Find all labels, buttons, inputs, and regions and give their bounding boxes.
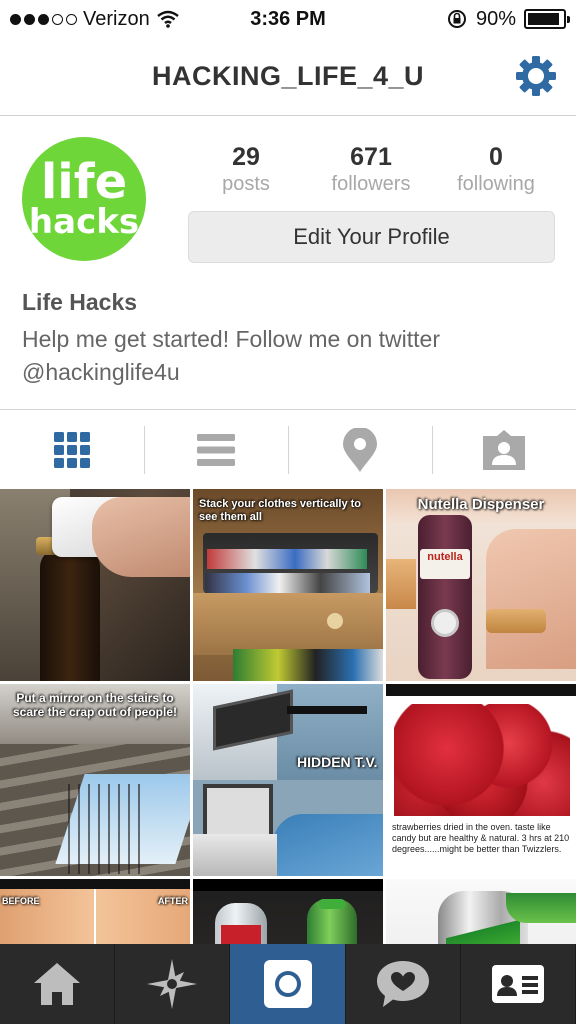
status-bar: Verizon 3:36 PM 90% (0, 0, 576, 38)
tab-profile[interactable] (461, 944, 576, 1024)
grid-icon (54, 431, 90, 468)
profile-card-icon (491, 965, 544, 1003)
list-icon (197, 433, 235, 466)
activity-heart-icon (376, 961, 429, 1007)
stat-posts-count: 29 (232, 143, 260, 171)
profile-bio: Help me get started! Follow me on twitte… (22, 326, 440, 385)
stat-posts-label: posts (222, 173, 270, 195)
nav-bar: HACKING_LIFE_4_U (0, 38, 576, 116)
tab-camera[interactable] (230, 944, 346, 1024)
tab-map-view[interactable] (288, 410, 432, 489)
post-caption: Put a mirror on the stairs to scare the … (12, 691, 178, 719)
battery-fill (528, 13, 559, 25)
camera-icon (263, 960, 312, 1008)
tab-explore[interactable] (115, 944, 231, 1024)
tab-grid-view[interactable] (0, 410, 144, 489)
gear-icon[interactable] (514, 54, 558, 98)
post-thumbnail[interactable]: Put a mirror on the stairs to scare the … (0, 684, 190, 876)
nutella-label: nutella (427, 551, 463, 563)
post-thumbnail[interactable]: nutella Nutella Dispenser (386, 489, 576, 681)
tab-home[interactable] (0, 944, 116, 1024)
post-thumbnail[interactable] (193, 879, 383, 944)
stat-followers-label: followers (331, 173, 411, 195)
battery-icon (524, 9, 570, 29)
stat-following-label: following (457, 173, 535, 195)
map-pin-icon (343, 427, 377, 472)
stat-following[interactable]: 0 following (436, 143, 556, 196)
explore-star-icon (147, 959, 198, 1009)
tab-activity[interactable] (346, 944, 461, 1024)
post-caption-after: AFTER (158, 896, 188, 906)
bottom-tab-bar (0, 944, 576, 1024)
profile-stats: 29 posts 671 followers 0 following (186, 143, 556, 196)
photo-grid: Stack your clothes vertically to see the… (0, 489, 576, 944)
tagged-person-icon (483, 429, 525, 470)
status-right: 90% (446, 7, 570, 31)
avatar[interactable]: life hacks (22, 137, 146, 261)
post-caption: Nutella Dispenser (417, 496, 545, 513)
profile-display-name: Life Hacks (22, 289, 138, 315)
stat-posts[interactable]: 29 posts (186, 143, 306, 196)
avatar-logo-text-line2: hacks (28, 201, 140, 242)
stat-followers[interactable]: 671 followers (311, 143, 431, 196)
stat-following-count: 0 (489, 143, 503, 171)
home-icon (34, 963, 81, 1005)
post-thumbnail[interactable]: Stack your clothes vertically to see the… (193, 489, 383, 681)
avatar-logo-text-line1: life (40, 154, 128, 211)
carrier-label: Verizon (83, 7, 150, 30)
profile-view-tabs (0, 409, 576, 489)
orientation-lock-icon (447, 10, 466, 28)
signal-strength-icon (10, 13, 77, 25)
wifi-icon (156, 10, 179, 28)
tab-tagged-view[interactable] (432, 410, 576, 489)
stat-followers-count: 671 (350, 143, 392, 171)
post-thumbnail[interactable] (386, 879, 576, 944)
profile-header: life hacks 29 posts 671 followers 0 foll… (0, 117, 576, 409)
edit-profile-button[interactable]: Edit Your Profile (188, 211, 555, 263)
post-caption: strawberries dried in the oven. taste li… (392, 822, 570, 854)
post-caption: Stack your clothes vertically to see the… (199, 498, 362, 523)
post-caption: HIDDEN T.V. (297, 754, 378, 770)
tab-list-view[interactable] (144, 410, 288, 489)
status-left: Verizon (10, 8, 180, 31)
post-thumbnail[interactable]: strawberries dried in the oven. taste li… (386, 684, 576, 876)
post-thumbnail[interactable] (0, 489, 190, 681)
battery-percent: 90% (475, 7, 516, 30)
profile-username-title: HACKING_LIFE_4_U (151, 61, 425, 91)
post-thumbnail[interactable]: HIDDEN T.V. (193, 684, 383, 876)
post-thumbnail[interactable]: BEFORE AFTER (0, 879, 190, 944)
post-caption-before: BEFORE (2, 896, 40, 906)
